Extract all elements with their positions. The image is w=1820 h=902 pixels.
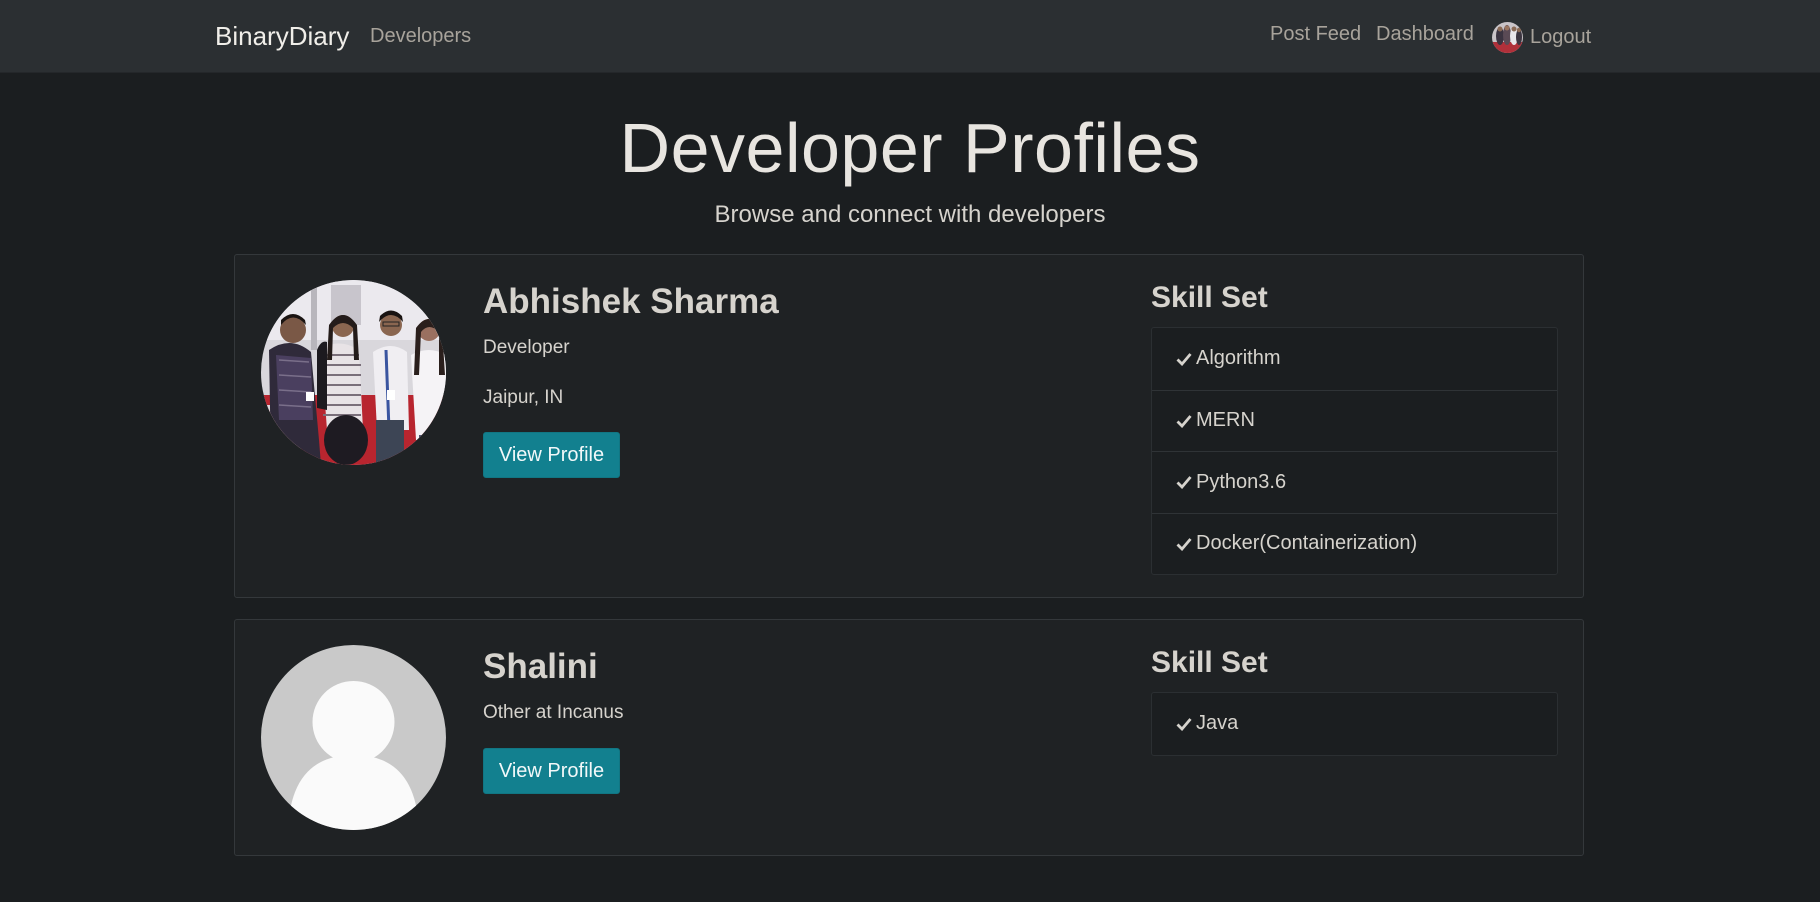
skill-item: Docker(Containerization)	[1152, 512, 1557, 575]
profile-card: Abhishek Sharma Developer Jaipur, IN Vie…	[234, 254, 1584, 598]
skill-item: MERN	[1152, 389, 1557, 452]
logout-link[interactable]: Logout	[1492, 20, 1591, 54]
profile-status: Other at Incanus	[483, 702, 624, 723]
skill-item: Algorithm	[1152, 328, 1557, 390]
skill-label: Docker(Containerization)	[1196, 532, 1418, 555]
brand-logo-link[interactable]: BinaryDiary	[215, 21, 349, 52]
skill-label: MERN	[1196, 409, 1255, 432]
check-icon	[1176, 537, 1192, 551]
check-icon	[1176, 352, 1192, 366]
check-icon	[1176, 717, 1192, 731]
view-profile-button[interactable]: View Profile	[483, 748, 620, 794]
nav-developers-link[interactable]: Developers	[370, 25, 471, 48]
profile-name: Abhishek Sharma	[483, 282, 779, 321]
nav-post-feed-link[interactable]: Post Feed	[1270, 23, 1361, 46]
skill-item: Java	[1152, 693, 1557, 755]
skill-list: Java	[1151, 692, 1558, 756]
skill-label: Python3.6	[1196, 470, 1287, 493]
logout-label: Logout	[1530, 25, 1592, 48]
check-icon	[1176, 476, 1192, 490]
user-avatar-icon	[1492, 21, 1523, 53]
navbar: BinaryDiary Developers Post Feed Dashboa…	[0, 0, 1820, 73]
skill-list: Algorithm MERN Python3.6 Docker(Containe…	[1151, 327, 1558, 575]
nav-dashboard-link[interactable]: Dashboard	[1376, 23, 1474, 46]
skill-label: Algorithm	[1196, 347, 1281, 370]
skill-label: Java	[1196, 712, 1239, 735]
skill-item: Python3.6	[1152, 451, 1557, 513]
profile-name: Shalini	[483, 647, 598, 686]
skill-set-title: Skill Set	[1151, 281, 1268, 314]
page-title: Developer Profiles	[619, 109, 1201, 187]
skill-set-title: Skill Set	[1151, 646, 1268, 679]
profile-avatar	[261, 280, 446, 465]
page-lead: Browse and connect with developers	[714, 201, 1106, 228]
profile-card: Shalini Other at Incanus View Profile Sk…	[234, 619, 1584, 856]
profile-avatar-placeholder	[261, 645, 446, 830]
profile-location: Jaipur, IN	[483, 387, 564, 408]
check-icon	[1176, 414, 1192, 428]
view-profile-button[interactable]: View Profile	[483, 432, 620, 478]
profile-status: Developer	[483, 337, 570, 358]
